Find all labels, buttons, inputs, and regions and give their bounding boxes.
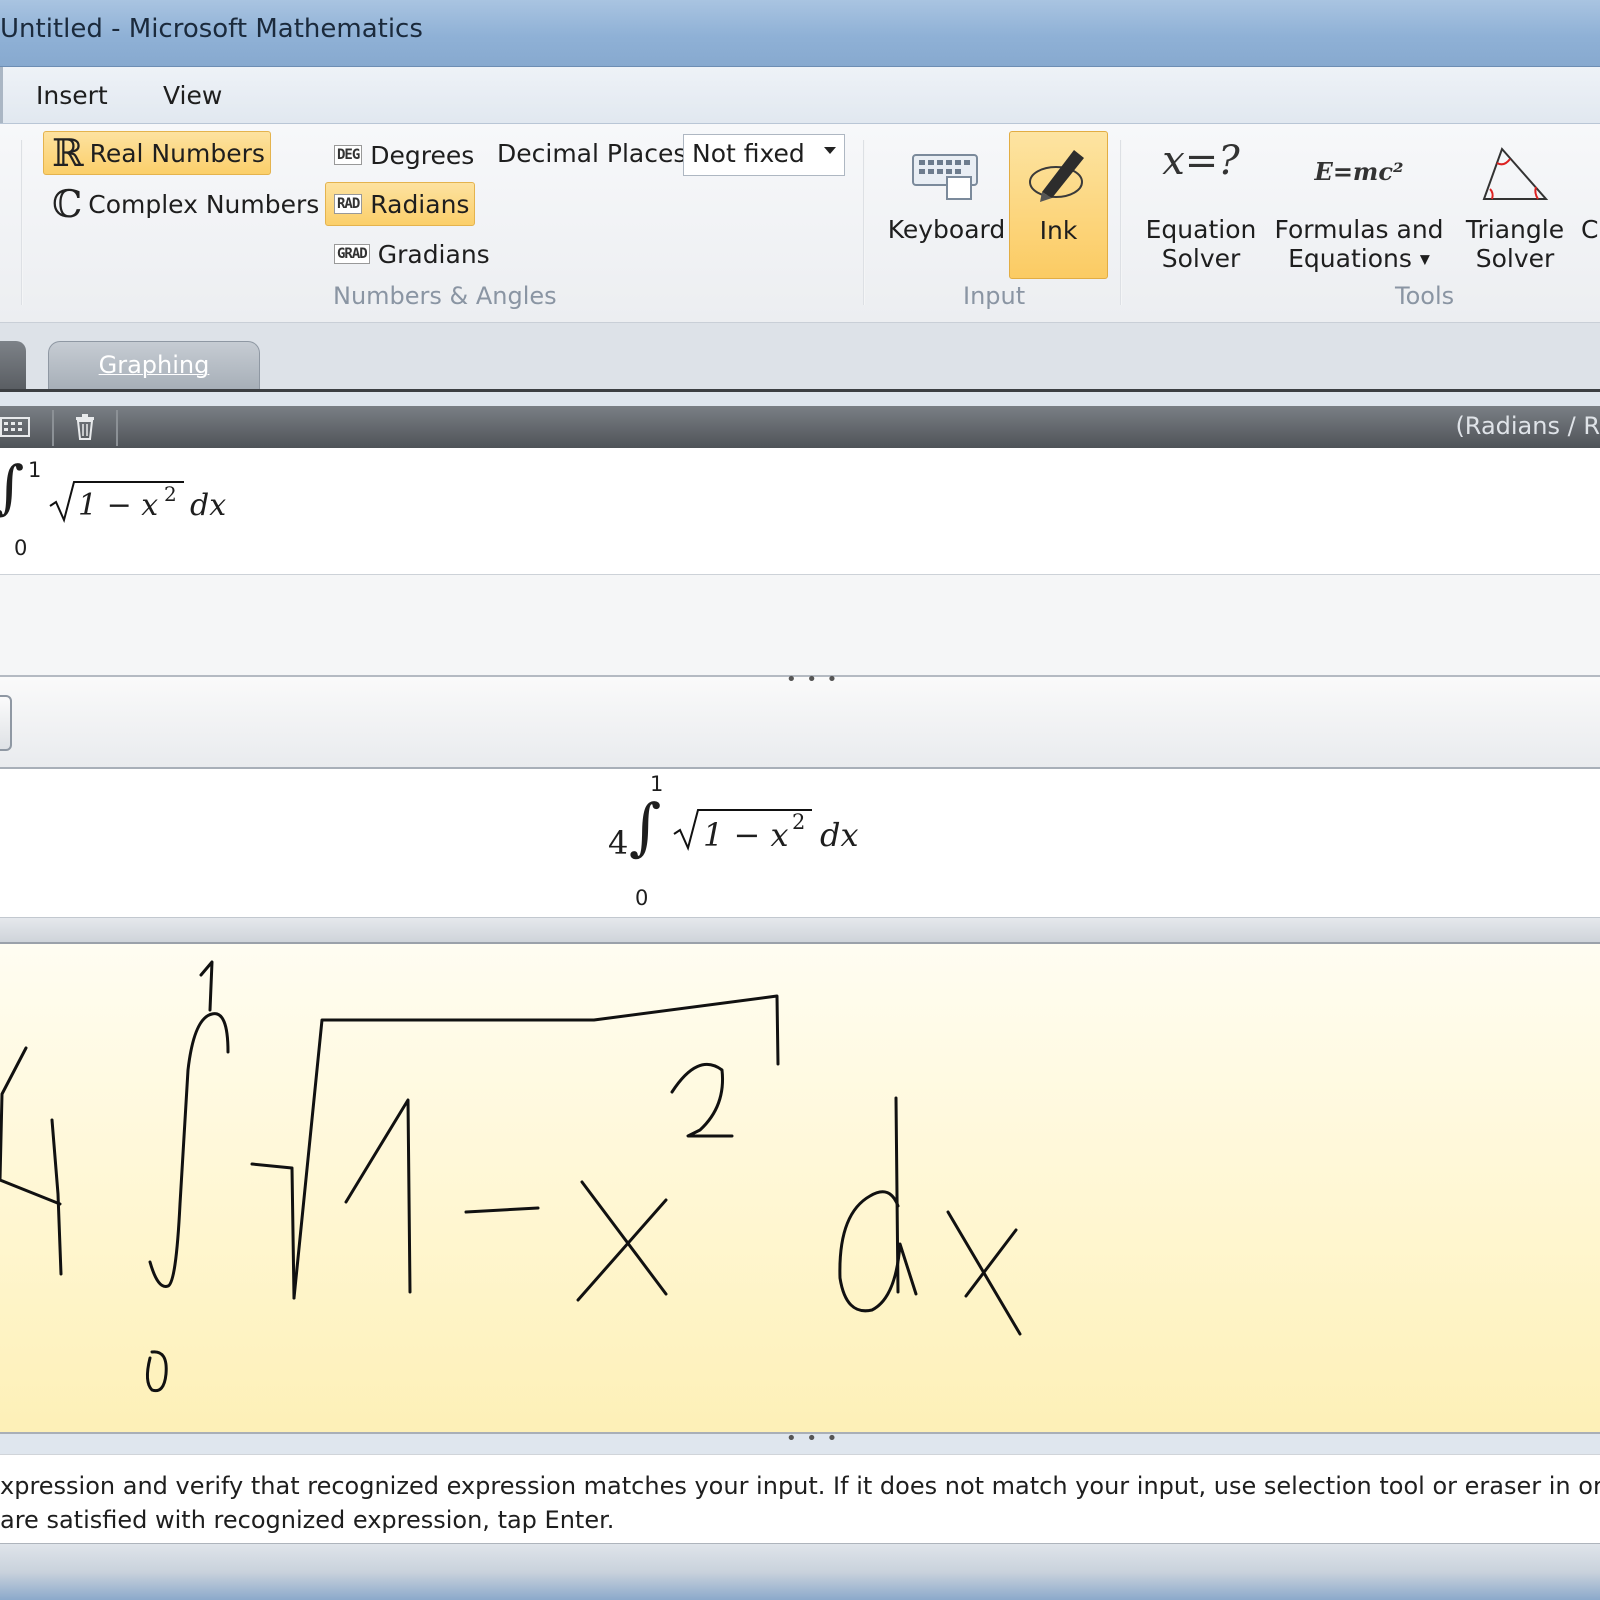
tab-divider — [0, 67, 3, 123]
recognized-differential: dx — [820, 816, 859, 854]
next-tool-partial-label[interactable]: C — [1581, 215, 1598, 244]
worksheet-input-area[interactable] — [0, 448, 1600, 575]
keyboard-button[interactable]: Keyboard — [884, 131, 1009, 279]
group-label-input: Input — [963, 282, 1026, 310]
degrees-button[interactable]: DEG Degrees — [325, 133, 483, 177]
worksheet-toolbar: (Radians / R — [0, 406, 1600, 448]
trash-icon[interactable] — [72, 412, 100, 442]
ribbon-separator — [1120, 140, 1122, 305]
real-numbers-icon: ℝ — [52, 131, 84, 175]
complex-numbers-button[interactable]: ℂ Complex Numbers — [43, 182, 328, 226]
toolbar-separator — [116, 410, 118, 446]
angle-mode-status: (Radians / R — [1455, 412, 1600, 440]
radians-icon: RAD — [334, 194, 363, 214]
real-numbers-label: Real Numbers — [89, 138, 265, 168]
ribbon-tabs: Insert View — [0, 67, 1600, 124]
ribbon-separator — [21, 140, 23, 305]
equation-solver-label-1: Equation — [1145, 215, 1257, 244]
complex-numbers-label: Complex Numbers — [88, 189, 320, 219]
gradians-label: Gradians — [377, 239, 490, 269]
ink-input-pad[interactable] — [0, 944, 1600, 1434]
handwritten-ink-strokes — [0, 960, 1022, 1393]
decimal-places-value: Not fixed — [692, 139, 805, 168]
gradians-icon: GRAD — [334, 244, 370, 264]
radians-label: Radians — [370, 189, 470, 219]
recognized-coefficient: 4 — [608, 824, 629, 862]
dropdown-arrow-icon — [824, 147, 836, 154]
radians-button[interactable]: RAD Radians — [325, 182, 475, 226]
formulas-equations-button[interactable]: E=mc² Formulas and Equations ▼ — [1274, 131, 1444, 279]
menu-tab-view[interactable]: View — [163, 81, 222, 110]
decimal-places-label: Decimal Places — [497, 139, 687, 168]
triangle-solver-label-2: Solver — [1475, 244, 1555, 273]
instruction-line-1: xpression and verify that recognized exp… — [0, 1472, 1600, 1500]
instruction-text: xpression and verify that recognized exp… — [0, 1469, 1600, 1537]
triangle-solver-label-1: Triangle — [1465, 215, 1565, 244]
integral-lower-limit: 0 — [14, 536, 28, 560]
ink-button[interactable]: Ink — [1009, 131, 1108, 279]
recognized-lower-limit: 0 — [635, 886, 649, 910]
formulas-label-1: Formulas and — [1274, 215, 1444, 244]
splitter-grip[interactable]: • • • — [786, 669, 839, 690]
window-title: Untitled - Microsoft Mathematics — [0, 14, 423, 44]
integral-upper-limit: 1 — [28, 458, 42, 482]
dropdown-arrow-icon: ▼ — [1419, 252, 1430, 268]
real-numbers-button[interactable]: ℝ Real Numbers — [43, 131, 271, 175]
radicand: 1 − x — [78, 488, 159, 523]
tab-graphing[interactable]: Graphing — [48, 341, 260, 389]
differential: dx — [190, 488, 227, 523]
ink-tool-button[interactable] — [0, 695, 12, 751]
keyboard-icon — [912, 154, 978, 200]
recognized-exponent: 2 — [792, 810, 806, 834]
triangle-icon — [1482, 147, 1549, 200]
degrees-label: Degrees — [370, 140, 475, 170]
ink-panel-header: • • • — [0, 669, 1600, 769]
equation-solver-button[interactable]: x=? Equation Solver — [1142, 131, 1260, 279]
keyboard-label: Keyboard — [887, 215, 1006, 244]
instruction-line-2: are satisfied with recognized expression… — [0, 1506, 615, 1534]
pen-icon — [1029, 150, 1084, 202]
integral-sign: ∫ — [0, 453, 25, 521]
ink-label: Ink — [1039, 216, 1078, 245]
equation-solver-icon: x=? — [1162, 138, 1240, 184]
grid-icon[interactable] — [0, 412, 34, 442]
group-label-tools: Tools — [1395, 282, 1455, 310]
exponent: 2 — [164, 482, 177, 506]
title-bar: Untitled - Microsoft Mathematics — [0, 0, 1600, 67]
formulas-label-2: Equations ▼ — [1274, 244, 1444, 275]
group-label-numbers-angles: Numbers & Angles — [333, 282, 557, 310]
tab-worksheet-partial[interactable] — [0, 341, 26, 389]
window-bottom-border — [0, 1544, 1600, 1600]
instruction-panel: xpression and verify that recognized exp… — [0, 1454, 1600, 1545]
recognized-radicand: 1 − x — [703, 816, 789, 854]
recognized-upper-limit: 1 — [650, 772, 664, 796]
ink-panel-divider — [0, 918, 1600, 944]
recognized-integral-sign: ∫ — [629, 790, 662, 863]
splitter-grip[interactable]: • • • — [786, 1428, 839, 1449]
ribbon-separator — [863, 140, 865, 305]
toolbar-separator — [52, 410, 54, 446]
menu-tab-insert[interactable]: Insert — [36, 81, 108, 110]
triangle-solver-button[interactable]: Triangle Solver — [1458, 131, 1572, 279]
worksheet-output-area — [0, 575, 1600, 677]
formulas-icon: E=mc² — [1314, 157, 1404, 186]
decimal-places-select[interactable]: Not fixed — [683, 134, 845, 176]
equation-solver-label-2: Solver — [1161, 244, 1241, 273]
degrees-icon: DEG — [334, 145, 363, 165]
gradians-button[interactable]: GRAD Gradians — [325, 232, 499, 276]
complex-numbers-icon: ℂ — [52, 182, 83, 226]
formulas-label-2-text: Equations — [1288, 244, 1412, 273]
